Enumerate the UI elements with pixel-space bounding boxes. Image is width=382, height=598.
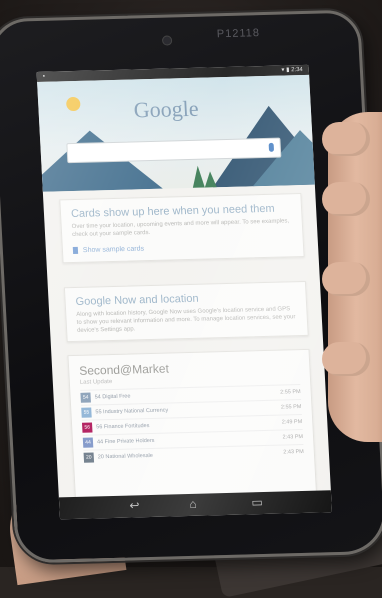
- stock-time: 2:55 PM: [280, 404, 302, 411]
- card-body: Along with location history, Google Now …: [76, 306, 296, 334]
- stock-time: 2:49 PM: [281, 419, 303, 426]
- finger: [322, 122, 370, 156]
- status-time: 2:34: [290, 66, 303, 74]
- info-card[interactable]: Cards show up here when you need them Ov…: [59, 193, 305, 264]
- recents-icon[interactable]: ▭: [251, 495, 263, 509]
- stock-time: 2:55 PM: [280, 389, 301, 396]
- finger: [322, 262, 370, 296]
- notification-icon: ▪: [42, 73, 46, 80]
- stock-badge: 56: [81, 422, 93, 433]
- stock-badge: 44: [82, 437, 94, 448]
- stock-name: 54 Digital Free: [94, 393, 131, 401]
- google-logo: Google: [133, 95, 200, 123]
- home-icon[interactable]: ⌂: [189, 497, 197, 511]
- stock-name: 55 Industry National Currency: [95, 407, 169, 416]
- stock-badge: 54: [80, 392, 91, 403]
- brand-label: P12118: [216, 27, 261, 41]
- stock-name: 20 National Wholesale: [97, 452, 154, 461]
- right-hand: [322, 112, 382, 442]
- camera-icon: [161, 35, 173, 46]
- stock-name: 44 Fine Private Holders: [96, 437, 155, 446]
- stock-time: 2:43 PM: [283, 448, 304, 456]
- tablet-screen: ▪ ▾ ▮ 2:34 Google Cards show up here whe…: [36, 64, 333, 520]
- back-icon[interactable]: ↩: [129, 498, 140, 512]
- location-card[interactable]: Google Now and location Along with locat…: [63, 280, 309, 343]
- market-card[interactable]: Second@Market Last Update 54 54 Digital F…: [67, 348, 318, 507]
- stock-badge: 55: [81, 407, 92, 418]
- finger: [322, 182, 370, 216]
- tree-graphic: [191, 165, 205, 188]
- stock-badge: 20: [83, 452, 95, 463]
- google-now-header: Google: [37, 74, 315, 192]
- document-icon: [72, 246, 79, 255]
- mic-icon[interactable]: [268, 142, 275, 152]
- signal-icon: ▾ ▮: [281, 67, 290, 74]
- stock-name: 56 Finance Fortitudes: [96, 423, 150, 431]
- sun-icon: [65, 96, 81, 112]
- tree-graphic: [204, 171, 217, 188]
- finger: [322, 342, 370, 376]
- stock-time: 2:43 PM: [282, 433, 304, 441]
